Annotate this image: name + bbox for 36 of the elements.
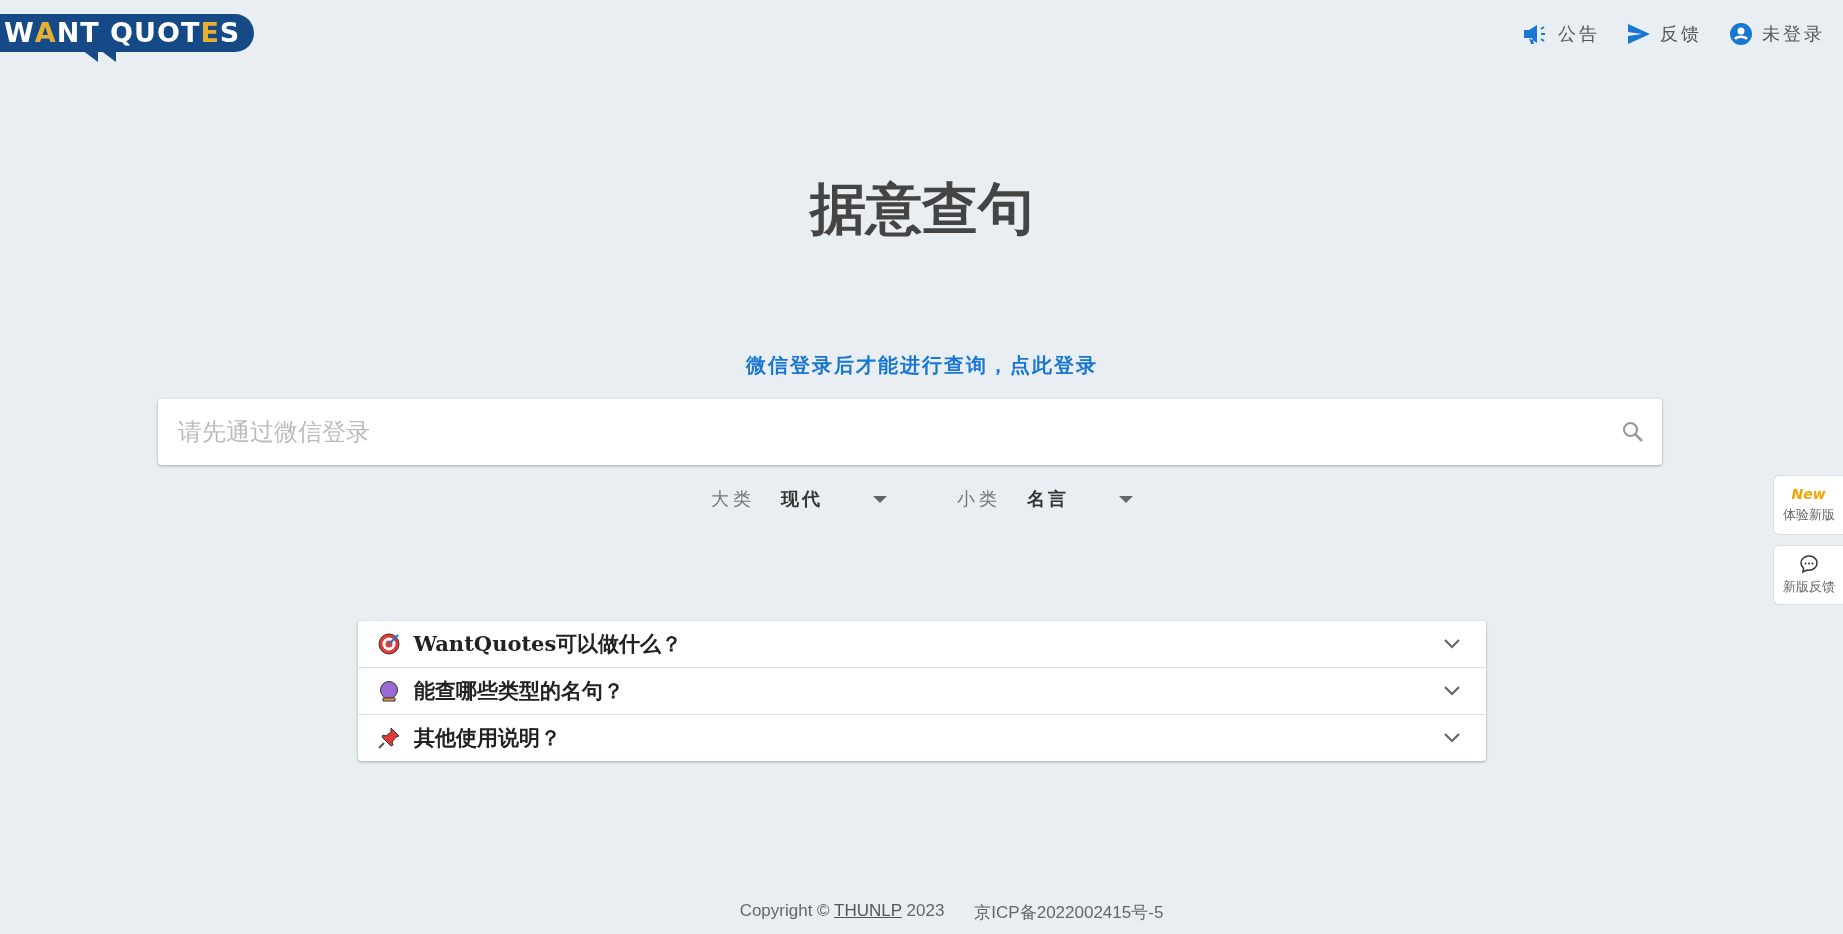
caret-icon [1118,495,1133,503]
filter-label: 小类 [956,487,1001,511]
login-link[interactable]: 微信登录后才能进行查询，点此登录 [745,352,1098,379]
chat-bubble-icon [1798,554,1819,574]
user-icon [1730,23,1752,45]
filter-label: 大类 [710,487,755,511]
target-icon [377,633,400,655]
search-field[interactable]: 请先通过微信登录 [158,399,1662,465]
nav-link[interactable]: 未登录 [1730,22,1825,46]
faq-item[interactable]: WantQuotes可以做什么？ [357,621,1486,667]
nav-link[interactable]: 反馈 [1628,22,1702,46]
chevron-icon [1443,733,1460,743]
nav-label: 反馈 [1660,22,1702,46]
category-select[interactable]: 名言 [1026,487,1133,511]
megaphone-icon [1522,23,1548,45]
caret-icon [872,495,887,503]
search-input[interactable]: 请先通过微信登录 [176,417,1622,447]
faq-item[interactable]: 其他使用说明？ [357,714,1486,761]
logo-tail-icon [82,50,118,62]
side-button[interactable]: New 体验新版 [1773,475,1843,535]
nav-label: 未登录 [1762,22,1825,46]
search-icon[interactable] [1622,421,1644,443]
faq-item[interactable]: 能查哪些类型的名句？ [357,667,1486,714]
side-button[interactable]: 新版反馈 [1773,545,1843,605]
crystal-ball-icon [377,680,400,702]
thunlp-link[interactable]: THUNLP [834,901,902,920]
send-icon [1628,24,1650,44]
nav-label: 公告 [1558,22,1600,46]
page-title: 据意查句 [809,174,1034,243]
chevron-icon [1443,639,1460,649]
copyright-text: Copyright © THUNLP 2023 [739,901,945,922]
icp-text: 京ICP备2022002415号-5 [974,902,1164,924]
nav-link[interactable]: 公告 [1522,22,1600,46]
chevron-icon [1443,686,1460,696]
category-select[interactable]: 现代 [780,487,887,511]
pushpin-icon [377,727,400,749]
